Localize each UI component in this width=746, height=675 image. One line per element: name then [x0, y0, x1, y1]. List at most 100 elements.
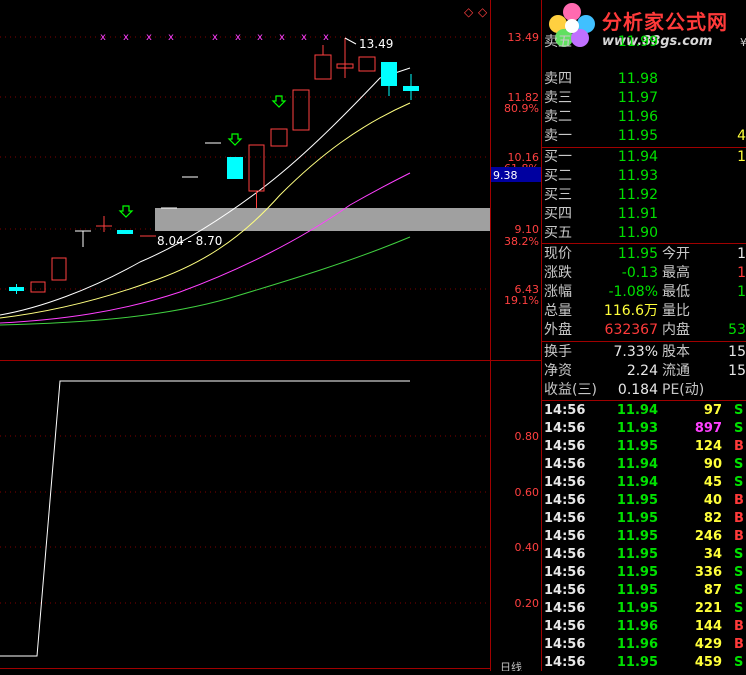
tick-row[interactable]: 14:56 11.95 87 S	[542, 582, 746, 600]
tick-row[interactable]: 14:56 11.95 40 B	[542, 492, 746, 510]
separator	[542, 400, 746, 401]
tick-volume: 429	[694, 637, 722, 652]
candlesticks[interactable]	[9, 38, 419, 294]
buy-level-price: 11.92	[617, 187, 658, 203]
tick-row[interactable]: 14:56 11.95 459 S	[542, 654, 746, 671]
buy-level[interactable]: 买五 11.90	[542, 224, 746, 243]
tick-side: S	[734, 475, 744, 490]
tick-row[interactable]: 14:56 11.95 336 S	[542, 564, 746, 582]
tick-volume: 40	[703, 493, 722, 508]
tick-row[interactable]: 14:56 11.96 144 B	[542, 618, 746, 636]
quote-row: 总量 116.6万 量比	[542, 302, 746, 321]
sell-level[interactable]: 卖二 11.96	[542, 108, 746, 127]
candle[interactable]	[117, 230, 133, 234]
tick-volume: 246	[694, 529, 722, 544]
tick-side: B	[734, 529, 744, 544]
tick-price: 11.95	[616, 439, 658, 454]
candle[interactable]	[292, 89, 310, 131]
buy-level[interactable]: 买二 11.93	[542, 167, 746, 186]
sell-level[interactable]: 卖四 11.98	[542, 70, 746, 89]
svg-text:x: x	[257, 32, 263, 43]
candle[interactable]	[248, 144, 265, 192]
tick-time: 14:56	[544, 619, 586, 634]
tick-row[interactable]: 14:56 11.95 82 B	[542, 510, 746, 528]
buy-level[interactable]: 买三 11.92	[542, 186, 746, 205]
stat-label: 净资	[544, 363, 572, 379]
tick-row[interactable]: 14:56 11.94 90 S	[542, 456, 746, 474]
tick-row[interactable]: 14:56 11.96 429 B	[542, 636, 746, 654]
period-label[interactable]: 日线	[500, 660, 522, 674]
tick-volume: 897	[694, 421, 722, 436]
buy-level-price: 11.90	[617, 225, 658, 241]
tick-side: S	[734, 565, 744, 580]
tick-price: 11.95	[616, 655, 658, 670]
tick-row[interactable]: 14:56 11.94 45 S	[542, 474, 746, 492]
buy-level-label: 买四	[544, 206, 572, 222]
candle[interactable]	[358, 56, 376, 72]
tick-time: 14:56	[544, 637, 586, 652]
tick-volume: 82	[703, 511, 722, 526]
svg-text:x: x	[168, 32, 174, 43]
tick-side: B	[734, 637, 744, 652]
sell-level-price: 11.99	[617, 34, 658, 50]
svg-text:x: x	[235, 32, 241, 43]
quote-row: 涨跌 -0.13 最高 1	[542, 264, 746, 283]
tick-row[interactable]: 14:56 11.95 34 S	[542, 546, 746, 564]
stat-label: 涨跌	[544, 265, 572, 281]
diamond-icon[interactable]: ◇	[478, 5, 488, 19]
tick-side: S	[734, 601, 744, 616]
separator	[542, 243, 746, 244]
tick-time: 14:56	[544, 421, 586, 436]
kline-chart-svg[interactable]: xxxx xxxx xx 13.49 8.04 - 8.70 13.49 11.…	[0, 0, 541, 674]
stat-label: 量比	[662, 303, 690, 319]
tick-time: 14:56	[544, 493, 586, 508]
tick-side: B	[734, 439, 744, 454]
x-markers: xxxx xxxx xx	[100, 32, 329, 43]
stat-label: 外盘	[544, 322, 572, 338]
tick-row[interactable]: 14:56 11.94 97 S	[542, 402, 746, 420]
sell-level[interactable]: 卖三 11.97	[542, 89, 746, 108]
sell-level[interactable]: 卖一 11.95 4	[542, 127, 746, 146]
tick-row[interactable]: 14:56 11.95 124 B	[542, 438, 746, 456]
stat-label: 今开	[662, 246, 690, 262]
tick-row[interactable]: 14:56 11.95 221 S	[542, 600, 746, 618]
tick-row[interactable]: 14:56 11.93 897 S	[542, 420, 746, 438]
candle[interactable]	[270, 128, 288, 147]
svg-text:x: x	[100, 32, 106, 43]
stat-value: 11.95	[617, 246, 658, 262]
stat-value: -0.13	[621, 265, 658, 281]
tick-side: B	[734, 511, 744, 526]
candle[interactable]	[30, 281, 46, 293]
tick-price: 11.95	[616, 565, 658, 580]
stat-value: 15	[728, 344, 746, 360]
buy-level[interactable]: 买一 11.94 1	[542, 148, 746, 167]
tick-price: 11.96	[616, 637, 658, 652]
buy-level[interactable]: 买四 11.91	[542, 205, 746, 224]
diamond-icon[interactable]: ◇	[464, 5, 474, 19]
candle[interactable]	[381, 62, 397, 86]
ma20-line	[0, 172, 411, 324]
stat-value: 116.6万	[603, 303, 658, 319]
tick-time: 14:56	[544, 583, 586, 598]
candle[interactable]	[227, 157, 243, 179]
quote-row: 收益(三) 0.184 PE(动)	[542, 381, 746, 400]
tick-price: 11.94	[616, 457, 658, 472]
candle[interactable]	[314, 54, 332, 80]
quote-row: 外盘 632367 内盘 53	[542, 321, 746, 340]
tick-price: 11.93	[616, 421, 658, 436]
tick-price: 11.95	[616, 511, 658, 526]
tick-price: 11.95	[616, 493, 658, 508]
price-grid	[0, 36, 490, 604]
tick-volume: 144	[694, 619, 722, 634]
sell-level[interactable]: 卖五 11.99	[542, 33, 746, 52]
logo-title: 分析家公式网	[602, 10, 728, 34]
tick-side: S	[734, 421, 744, 436]
tick-time: 14:56	[544, 457, 586, 472]
sell-level-price: 11.97	[617, 90, 658, 106]
candle[interactable]	[51, 257, 67, 281]
tick-row[interactable]: 14:56 11.95 246 B	[542, 528, 746, 546]
quote-panel: 分析家公式网 www.88gs.com ¥ 卖五 11.99 卖四 11.98 …	[541, 0, 746, 671]
indicator-tick: 0.80	[515, 430, 540, 443]
kline-chart-area[interactable]: xxxx xxxx xx 13.49 8.04 - 8.70 13.49 11.…	[0, 0, 541, 674]
svg-text:x: x	[212, 32, 218, 43]
